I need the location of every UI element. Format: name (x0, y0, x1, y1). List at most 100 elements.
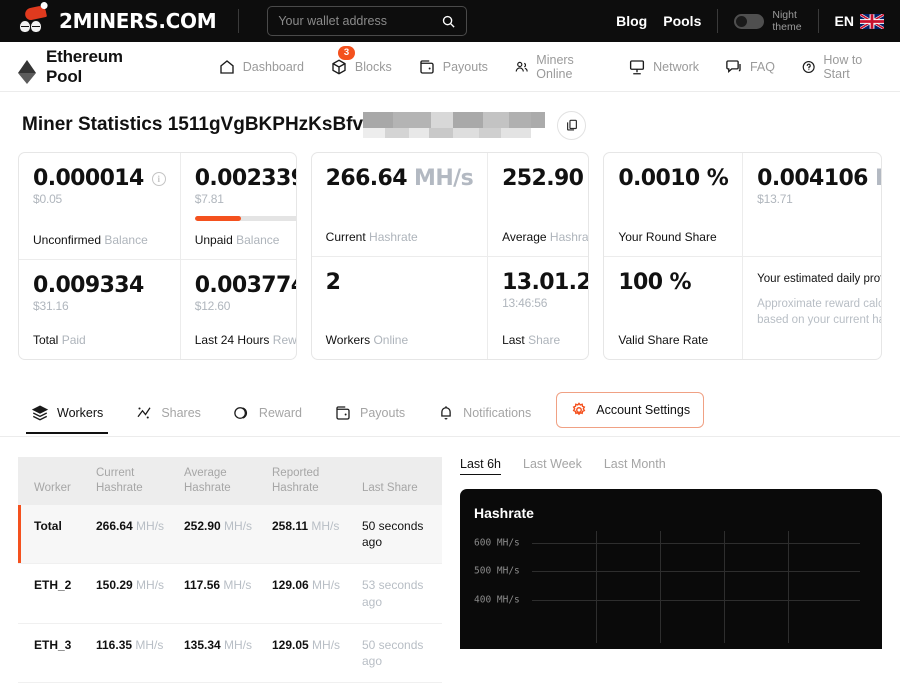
table-row[interactable]: ETH_3116.35 MH/s135.34 MH/s129.05 MH/s50… (18, 623, 442, 682)
label-bold: Last (502, 333, 525, 347)
card-profit-note: Your estimated daily profit Approximate … (743, 256, 882, 359)
tab-label: Notifications (463, 406, 531, 420)
miner-statistics-header: Miner Statistics 1511gVgBKPHzKsBfv (0, 92, 900, 152)
label-muted: Paid (62, 333, 86, 347)
nav-item-dashboard[interactable]: Dashboard (218, 58, 304, 76)
label-muted: Balance (236, 233, 279, 247)
card-value: 2 (326, 271, 341, 294)
toggle-switch[interactable] (734, 14, 764, 29)
page-title-prefix: Miner Statistics (22, 114, 162, 135)
cell-current-hashrate: 150.29 MH/s (88, 564, 176, 623)
nav-item-payouts[interactable]: Payouts (418, 58, 488, 76)
chart-tab-last-6h[interactable]: Last 6h (460, 457, 501, 475)
nav-item-faq[interactable]: FAQ (725, 58, 775, 76)
site-logo[interactable]: 2MINERS.COM (16, 8, 238, 34)
card-value: 100 % (618, 271, 691, 294)
tab-label: Payouts (360, 406, 405, 420)
nav-items: Dashboard Blocks 3 Payouts Miners Online (218, 53, 882, 81)
nav-item-blocks[interactable]: Blocks 3 (330, 58, 392, 76)
share-profit-card-group: 0.0010 % Your Round Share 0.004106 ETH $… (603, 152, 882, 360)
table-row[interactable]: Total266.64 MH/s252.90 MH/s258.11 MH/s50… (18, 505, 442, 564)
tab-account-settings[interactable]: Account Settings (556, 392, 704, 428)
chart-tab-last-week[interactable]: Last Week (523, 457, 582, 475)
th-worker: Worker (18, 457, 88, 505)
card-subvalue: 13:46:56 (502, 296, 589, 310)
card-subvalue: $13.71 (757, 192, 882, 206)
balance-card-group: 0.000014 i $0.05 Unconfirmed Balance 0.0… (18, 152, 297, 360)
label-bold: Last 24 Hours (195, 333, 270, 347)
value-number: 252.90 (502, 166, 583, 191)
bell-icon (437, 404, 455, 422)
language-code: EN (835, 13, 854, 29)
monitor-icon (628, 58, 646, 76)
label-muted: Share (528, 333, 560, 347)
cell-reported-hashrate: 129.06 MH/s (264, 564, 354, 623)
label-muted: Online (373, 333, 408, 347)
chat-icon (725, 58, 743, 76)
table-header-row: Worker Current Hashrate Average Hashrate… (18, 457, 442, 505)
wallet-search-box[interactable] (267, 6, 467, 36)
label-muted: Balance (104, 233, 147, 247)
divider (238, 9, 239, 33)
th-current-hashrate: Current Hashrate (88, 457, 176, 505)
nav-label: Blocks (355, 60, 392, 74)
night-theme-toggle[interactable]: Night theme (734, 9, 801, 33)
label-muted: Reward (273, 333, 297, 347)
wallet-icon (418, 58, 436, 76)
info-icon[interactable]: i (152, 172, 166, 186)
value-unit: MH/s (414, 166, 473, 191)
card-total-paid: 0.009334 $31.16 Total Paid (19, 259, 181, 359)
pool-nav-bar: Ethereum Pool Dashboard Blocks 3 Payouts (0, 42, 900, 92)
coins-icon (233, 404, 251, 422)
card-label: Average Hashrate (502, 218, 589, 244)
copy-address-button[interactable] (557, 111, 586, 140)
card-last-24h-reward: 0.003774 $12.60 Last 24 Hours Reward (181, 259, 297, 359)
nav-link-pools[interactable]: Pools (663, 13, 701, 29)
users-icon (514, 58, 529, 76)
search-icon[interactable] (441, 14, 456, 29)
workers-table-wrap: Worker Current Hashrate Average Hashrate… (18, 457, 442, 683)
night-theme-label: Night theme (772, 9, 801, 33)
tab-label: Account Settings (596, 403, 690, 417)
card-value: 0.004106 ETH (757, 167, 882, 190)
tab-shares[interactable]: Shares (122, 396, 214, 433)
nav-label: Dashboard (243, 60, 304, 74)
card-subvalue: $31.16 (33, 299, 166, 313)
nav-item-miners-online[interactable]: Miners Online (514, 53, 602, 81)
th-last-share: Last Share (354, 457, 442, 505)
tab-reward[interactable]: Reward (220, 396, 315, 433)
table-row[interactable]: ETH_2150.29 MH/s117.56 MH/s129.06 MH/s53… (18, 564, 442, 623)
label-bold: Unpaid (195, 233, 233, 247)
gear-icon (570, 401, 588, 419)
hashrate-chart: Hashrate 600 MH/s500 MH/s400 MH/s (460, 489, 882, 649)
tab-notifications[interactable]: Notifications (424, 396, 544, 433)
nav-label: Miners Online (536, 53, 602, 81)
nav-item-network[interactable]: Network (628, 58, 699, 76)
card-label: Workers Online (326, 321, 473, 347)
page-title: Miner Statistics 1511gVgBKPHzKsBfv (22, 110, 545, 140)
cell-average-hashrate: 135.34 MH/s (176, 623, 264, 682)
nav-link-blog[interactable]: Blog (616, 13, 647, 29)
tab-payouts[interactable]: Payouts (321, 396, 418, 433)
cell-worker: ETH_3 (18, 623, 88, 682)
tab-workers[interactable]: Workers (18, 396, 116, 433)
nav-label: FAQ (750, 60, 775, 74)
cell-reported-hashrate: 129.05 MH/s (264, 623, 354, 682)
card-unpaid-balance: 0.002339 i $7.81 Unpaid Balance (181, 153, 297, 259)
chart-tab-last-month[interactable]: Last Month (604, 457, 666, 475)
value-unit: ETH (875, 166, 882, 191)
divider (818, 9, 819, 33)
table-body: Total266.64 MH/s252.90 MH/s258.11 MH/s50… (18, 505, 442, 683)
card-value: 0.000014 (33, 167, 144, 190)
label-bold: Workers (326, 333, 370, 347)
card-value: 0.003774 (195, 274, 297, 297)
search-input[interactable] (278, 14, 441, 28)
cell-last-share: 53 seconds ago (354, 564, 442, 623)
cell-average-hashrate: 117.56 MH/s (176, 564, 264, 623)
nav-label: How to Start (823, 53, 882, 81)
language-selector[interactable]: EN (835, 13, 884, 29)
nav-item-how-to-start[interactable]: How to Start (801, 53, 882, 81)
card-daily-profit: 0.004106 ETH $13.71 (743, 153, 882, 256)
nav-label: Payouts (443, 60, 488, 74)
cell-current-hashrate: 116.35 MH/s (88, 623, 176, 682)
